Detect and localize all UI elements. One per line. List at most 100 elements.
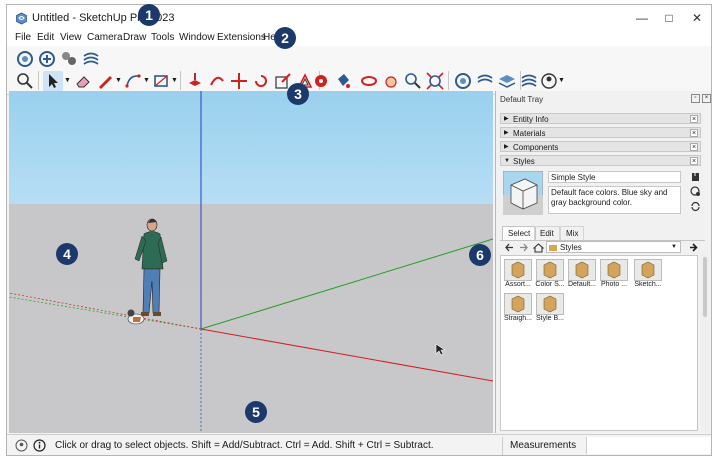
chevron-down-icon[interactable]: ▼ bbox=[558, 77, 565, 84]
library-dropdown[interactable]: Styles ▼ bbox=[546, 241, 681, 253]
pin-icon[interactable]: ▫ bbox=[691, 94, 700, 103]
callout-badge: 6 bbox=[469, 244, 491, 266]
trimble-connect-icon[interactable] bbox=[519, 71, 539, 91]
tray-scrollbar[interactable] bbox=[701, 255, 709, 431]
close-icon[interactable]: × bbox=[690, 115, 698, 123]
search-icon[interactable] bbox=[15, 71, 35, 91]
toolbar-divider bbox=[38, 71, 39, 90]
info-icon[interactable] bbox=[33, 439, 46, 452]
pan-icon[interactable] bbox=[381, 71, 401, 91]
style-thumbnail[interactable]: Color S... bbox=[535, 258, 565, 292]
style-thumbnail[interactable]: Style B... bbox=[535, 292, 565, 326]
maximize-button[interactable]: □ bbox=[655, 8, 683, 28]
account-icon[interactable] bbox=[539, 71, 559, 91]
measurements-input[interactable] bbox=[586, 437, 711, 454]
create-style-icon[interactable] bbox=[690, 171, 701, 182]
status-divider bbox=[502, 437, 503, 455]
expand-icon: ▶ bbox=[504, 130, 509, 136]
move-icon[interactable] bbox=[229, 71, 249, 91]
menu-tools[interactable]: Tools bbox=[151, 32, 174, 43]
update-style-icon[interactable] bbox=[690, 186, 701, 197]
style-description-field[interactable]: Default face colors. Blue sky and gray b… bbox=[548, 186, 681, 214]
layers-icon[interactable] bbox=[497, 71, 517, 91]
extension-warehouse-icon[interactable] bbox=[37, 49, 57, 69]
orbit-icon[interactable] bbox=[359, 71, 379, 91]
callout-badge: 4 bbox=[56, 243, 78, 265]
expand-icon: ▶ bbox=[504, 144, 509, 150]
zoom-icon[interactable] bbox=[403, 71, 423, 91]
callout-badge: 1 bbox=[138, 4, 160, 26]
back-arrow-icon[interactable] bbox=[504, 242, 515, 253]
tray-close-icon[interactable]: × bbox=[702, 94, 711, 103]
line-pencil-icon[interactable] bbox=[95, 71, 115, 91]
warehouse-icon[interactable] bbox=[15, 49, 35, 69]
menu-draw[interactable]: Draw bbox=[123, 32, 146, 43]
modeling-viewport[interactable] bbox=[9, 91, 493, 433]
menu-window[interactable]: Window bbox=[179, 32, 215, 43]
rectangle-icon[interactable] bbox=[151, 71, 171, 91]
chevron-down-icon[interactable]: ▼ bbox=[115, 77, 122, 84]
style-thumbnail[interactable]: Straigh... bbox=[503, 292, 533, 326]
paint-bucket-icon[interactable] bbox=[333, 71, 353, 91]
menu-extensions[interactable]: Extensions bbox=[217, 32, 266, 43]
tab-mix[interactable]: Mix bbox=[560, 226, 585, 240]
library-name: Styles bbox=[560, 243, 582, 252]
style-thumbnail[interactable]: Sketch... bbox=[633, 258, 663, 292]
arc-icon[interactable] bbox=[123, 71, 143, 91]
close-icon[interactable]: × bbox=[690, 129, 698, 137]
details-arrow-icon[interactable] bbox=[688, 242, 699, 253]
title-bar: Untitled - SketchUp Pro 2023 — □ ✕ bbox=[7, 5, 711, 31]
select-tool-icon[interactable] bbox=[43, 71, 63, 91]
rotate-icon[interactable] bbox=[251, 71, 271, 91]
style-name-field[interactable]: Simple Style bbox=[548, 171, 681, 183]
menu-camera[interactable]: Camera bbox=[87, 32, 123, 43]
mouse-cursor-icon bbox=[435, 343, 446, 356]
scrollbar-thumb[interactable] bbox=[703, 257, 707, 317]
status-bar: Click or drag to select objects. Shift =… bbox=[7, 434, 711, 455]
style-thumbnail[interactable]: Assort... bbox=[503, 258, 533, 292]
style-thumbnail[interactable]: Default... bbox=[567, 258, 597, 292]
push-pull-icon[interactable] bbox=[185, 71, 205, 91]
trimble-connect-icon[interactable] bbox=[81, 49, 101, 69]
style-preview-thumbnail bbox=[503, 171, 543, 215]
menu-edit[interactable]: Edit bbox=[37, 32, 54, 43]
eraser-icon[interactable] bbox=[73, 71, 93, 91]
tab-select[interactable]: Select bbox=[502, 226, 537, 240]
close-icon[interactable]: × bbox=[690, 157, 698, 165]
panel-materials[interactable]: ▶ Materials × bbox=[500, 127, 701, 138]
close-button[interactable]: ✕ bbox=[683, 8, 711, 28]
callout-badge: 5 bbox=[245, 401, 267, 423]
panel-components[interactable]: ▶ Components × bbox=[500, 141, 701, 152]
panel-entity-info[interactable]: ▶ Entity Info × bbox=[500, 113, 701, 124]
style-thumbnail[interactable]: Photo ... bbox=[599, 258, 629, 292]
panel-label: Components bbox=[513, 143, 559, 152]
panel-styles[interactable]: ▼ Styles × bbox=[500, 155, 701, 166]
measurements-label: Measurements bbox=[510, 440, 577, 451]
chevron-down-icon[interactable]: ▼ bbox=[171, 77, 178, 84]
share-model-icon[interactable] bbox=[475, 71, 495, 91]
chevron-down-icon[interactable]: ▼ bbox=[143, 77, 150, 84]
collapse-icon: ▼ bbox=[504, 158, 510, 164]
refresh-icon[interactable] bbox=[690, 201, 701, 212]
close-icon[interactable]: × bbox=[690, 143, 698, 151]
forward-arrow-icon[interactable] bbox=[518, 242, 529, 253]
menu-file[interactable]: File bbox=[15, 32, 31, 43]
sketchup-logo-icon bbox=[16, 12, 27, 25]
panel-label: Materials bbox=[513, 129, 546, 138]
tape-measure-icon[interactable] bbox=[311, 71, 331, 91]
follow-me-icon[interactable] bbox=[207, 71, 227, 91]
sketchup-window: Untitled - SketchUp Pro 2023 — □ ✕ File … bbox=[6, 4, 712, 456]
geolocation-icon[interactable] bbox=[15, 439, 28, 452]
minimize-button[interactable]: — bbox=[628, 8, 656, 28]
red-axis bbox=[200, 328, 493, 382]
home-icon[interactable] bbox=[533, 242, 544, 253]
scale-figure bbox=[127, 218, 168, 325]
warehouse-icon[interactable] bbox=[453, 71, 473, 91]
menu-bar: File Edit View Camera Draw Tools Window … bbox=[7, 31, 711, 46]
zoom-extents-icon[interactable] bbox=[425, 71, 445, 91]
expand-icon: ▶ bbox=[504, 116, 509, 122]
chevron-down-icon[interactable]: ▼ bbox=[64, 77, 71, 84]
extension-manager-icon[interactable] bbox=[59, 49, 79, 69]
tab-edit[interactable]: Edit bbox=[534, 226, 560, 240]
menu-view[interactable]: View bbox=[60, 32, 82, 43]
